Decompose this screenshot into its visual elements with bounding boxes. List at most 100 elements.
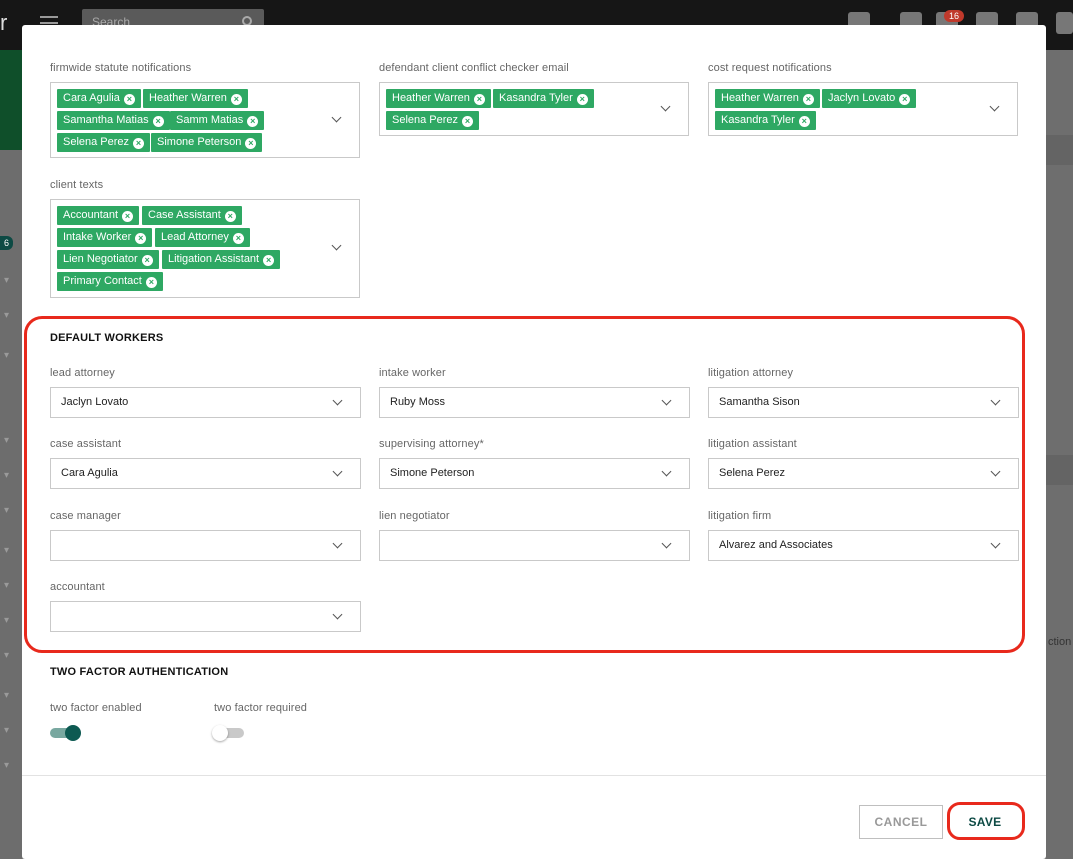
firmwide-notifications-select[interactable]: Cara Agulia × Heather Warren × Samantha Ma… <box>50 82 360 158</box>
remove-chip-icon[interactable]: × <box>802 94 814 105</box>
lien-negotiator-select[interactable] <box>379 530 690 561</box>
remove-chip-icon[interactable]: × <box>135 233 147 244</box>
cancel-button[interactable]: CANCEL <box>859 805 943 839</box>
chevron-down-icon[interactable] <box>660 101 671 112</box>
accountant-select[interactable] <box>50 601 361 632</box>
case-assistant-select[interactable]: Cara Agulia <box>50 458 361 489</box>
remove-chip-icon[interactable]: × <box>232 233 244 244</box>
cost-request-select[interactable]: Heather Warren × Jaclyn Lovato × Kasandra … <box>708 82 1018 136</box>
chevron-down-icon <box>332 466 343 477</box>
case-assistant-label: case assistant <box>50 438 122 450</box>
chevron-down-icon[interactable]: ▾ <box>4 615 9 626</box>
remove-chip-icon[interactable]: × <box>224 211 236 222</box>
remove-chip-icon[interactable]: × <box>123 94 135 105</box>
remove-chip-icon[interactable]: × <box>133 138 145 149</box>
remove-chip-icon[interactable]: × <box>152 116 164 127</box>
client-texts-select[interactable]: Accountant × Case Assistant × Intake Worke… <box>50 199 360 298</box>
litigation-attorney-label: litigation attorney <box>708 367 794 379</box>
toggle-knob <box>212 725 228 741</box>
chevron-down-icon[interactable]: ▾ <box>4 435 9 446</box>
chevron-down-icon[interactable]: ▾ <box>4 725 9 736</box>
chevron-down-icon <box>332 538 343 549</box>
intake-worker-select[interactable]: Ruby Moss <box>379 387 690 418</box>
two-factor-heading: TWO FACTOR AUTHENTICATION <box>50 666 229 678</box>
intake-worker-label: intake worker <box>379 367 446 379</box>
litigation-attorney-select[interactable]: Samantha Sison <box>708 387 1019 418</box>
chevron-down-icon[interactable]: ▾ <box>4 310 9 321</box>
selected-value: Alvarez and Associates <box>719 539 833 551</box>
remove-chip-icon[interactable]: × <box>798 116 810 127</box>
selected-value: Samantha Sison <box>719 396 800 408</box>
case-manager-label: case manager <box>50 510 121 522</box>
remove-chip-icon[interactable]: × <box>145 277 157 288</box>
remove-chip-icon[interactable]: × <box>122 211 134 222</box>
chip: Lien Negotiator × <box>57 250 159 269</box>
chip: Heather Warren × <box>143 89 248 108</box>
chevron-down-icon[interactable]: ▾ <box>4 580 9 591</box>
chevron-down-icon[interactable]: ▾ <box>4 760 9 771</box>
chip: Intake Worker × <box>57 228 153 247</box>
chip: Primary Contact × <box>57 272 163 291</box>
chevron-down-icon[interactable]: ▾ <box>4 545 9 556</box>
chevron-down-icon <box>332 395 343 406</box>
selected-value: Jaclyn Lovato <box>61 396 129 408</box>
chevron-down-icon[interactable]: ▾ <box>4 470 9 481</box>
device-icon[interactable] <box>1056 12 1073 34</box>
litigation-assistant-label: litigation assistant <box>708 438 797 450</box>
selected-value: Selena Perez <box>719 467 786 479</box>
chevron-down-icon[interactable] <box>989 101 1000 112</box>
chevron-down-icon[interactable]: ▾ <box>4 350 9 361</box>
two-factor-required-toggle[interactable] <box>212 725 244 741</box>
notification-badge: 16 <box>944 10 965 22</box>
chip: Heather Warren × <box>386 89 491 108</box>
chevron-down-icon <box>661 538 672 549</box>
defendant-email-select[interactable]: Heather Warren × Kasandra Tyler × Selena P… <box>379 82 689 136</box>
chip: Case Assistant × <box>142 206 242 225</box>
case-manager-select[interactable] <box>50 530 361 561</box>
chevron-down-icon[interactable] <box>331 112 342 123</box>
chevron-down-icon <box>990 395 1001 406</box>
chevron-down-icon[interactable] <box>331 240 342 251</box>
remove-chip-icon[interactable]: × <box>245 138 257 149</box>
remove-chip-icon[interactable]: × <box>473 94 485 105</box>
save-button[interactable]: SAVE <box>950 805 1020 839</box>
chevron-down-icon <box>990 466 1001 477</box>
remove-chip-icon[interactable]: × <box>462 116 474 127</box>
chip: Selena Perez × <box>57 133 151 152</box>
remove-chip-icon[interactable]: × <box>263 255 275 266</box>
remove-chip-icon[interactable]: × <box>247 116 259 127</box>
chip: Cara Agulia × <box>57 89 141 108</box>
chip: Kasandra Tyler × <box>715 111 816 130</box>
client-texts-label: client texts <box>50 179 104 191</box>
app-sidebar <box>0 50 22 859</box>
sidebar-count-badge: 6 <box>0 236 14 250</box>
remove-chip-icon[interactable]: × <box>899 94 911 105</box>
chevron-down-icon[interactable]: ▾ <box>4 505 9 516</box>
remove-chip-icon[interactable]: × <box>230 94 242 105</box>
chevron-down-icon[interactable]: ▾ <box>4 650 9 661</box>
litigation-assistant-select[interactable]: Selena Perez <box>708 458 1019 489</box>
chip: Selena Perez × <box>386 111 480 130</box>
chip: Litigation Assistant × <box>162 250 281 269</box>
lead-attorney-select[interactable]: Jaclyn Lovato <box>50 387 361 418</box>
chevron-down-icon[interactable]: ▾ <box>4 275 9 286</box>
chip: Lead Attorney × <box>155 228 250 247</box>
remove-chip-icon[interactable]: × <box>576 94 588 105</box>
toggle-knob <box>65 725 81 741</box>
lead-attorney-label: lead attorney <box>50 367 115 379</box>
chevron-down-icon <box>990 538 1001 549</box>
chevron-down-icon <box>661 466 672 477</box>
chip: Kasandra Tyler × <box>493 89 594 108</box>
chevron-down-icon <box>661 395 672 406</box>
litigation-firm-select[interactable]: Alvarez and Associates <box>708 530 1019 561</box>
selected-value: Cara Agulia <box>61 467 118 479</box>
background-text-fragment: ction <box>1048 636 1072 648</box>
chip: Samantha Matias × <box>57 111 170 130</box>
sidebar-calendar-block[interactable] <box>0 50 22 150</box>
supervising-attorney-select[interactable]: Simone Peterson <box>379 458 690 489</box>
chevron-down-icon[interactable]: ▾ <box>4 690 9 701</box>
remove-chip-icon[interactable]: × <box>141 255 153 266</box>
selected-value: Simone Peterson <box>390 467 475 479</box>
two-factor-enabled-toggle[interactable] <box>50 725 81 741</box>
chip: Heather Warren × <box>715 89 820 108</box>
